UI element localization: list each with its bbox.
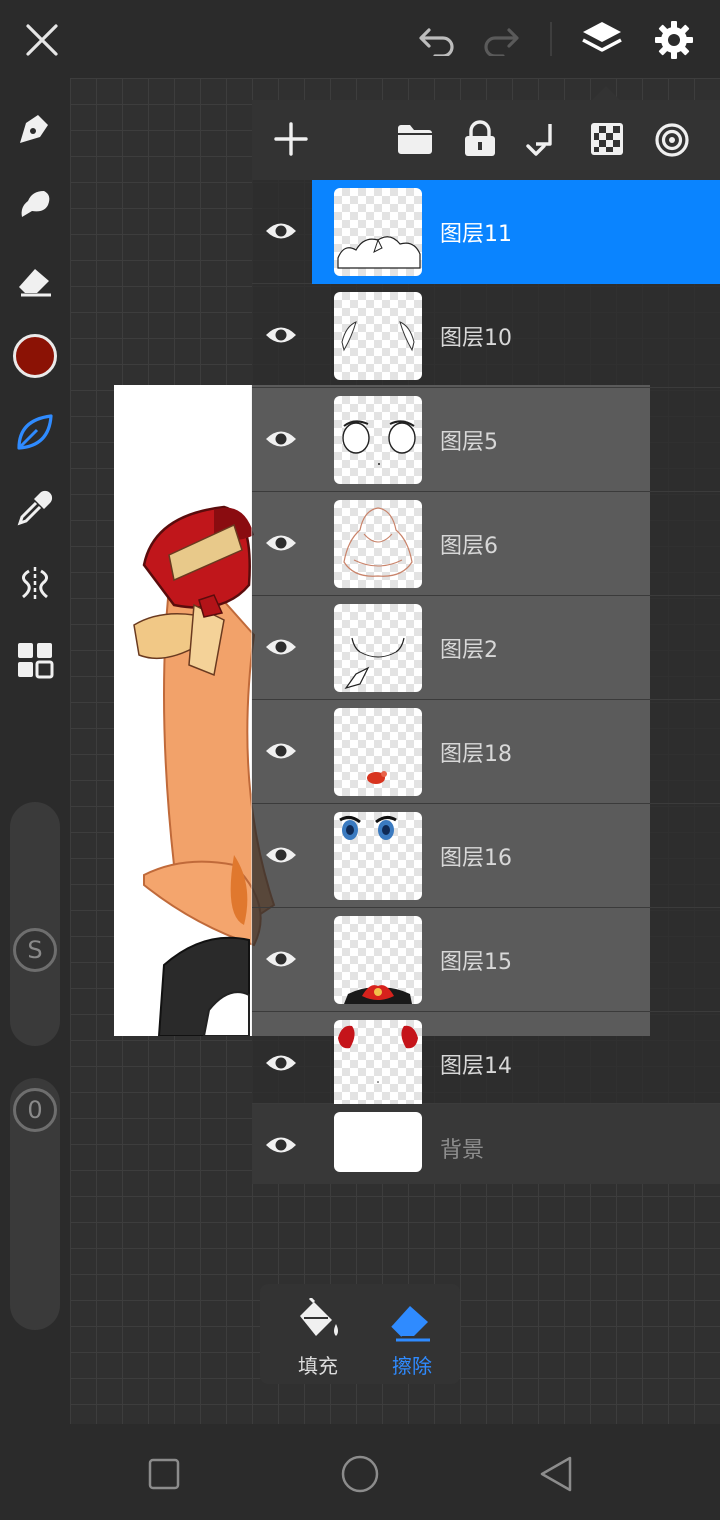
layer-name: 图层2 [440, 638, 498, 663]
layer-row[interactable]: 图层18 [252, 700, 720, 804]
fill-erase-menu: 填充 擦除 [260, 1284, 460, 1384]
eye-icon[interactable] [264, 424, 298, 454]
fill-button[interactable]: 填充 [280, 1298, 356, 1378]
eye-icon[interactable] [264, 1048, 298, 1078]
eye-icon[interactable] [264, 632, 298, 662]
back-icon[interactable] [534, 1452, 578, 1496]
grid-icon[interactable] [11, 636, 59, 684]
layer-row[interactable]: 图层5 [252, 388, 720, 492]
layer-row[interactable]: 图层16 [252, 804, 720, 908]
eye-icon[interactable] [264, 216, 298, 246]
layer-name: 图层18 [440, 742, 512, 767]
opacity-slider-knob[interactable]: 0 [13, 1088, 57, 1132]
layer-thumbnail [334, 1020, 422, 1104]
pen-icon[interactable] [11, 104, 59, 152]
eye-icon[interactable] [264, 944, 298, 974]
merge-down-icon[interactable] [526, 120, 560, 162]
gear-icon[interactable] [650, 16, 698, 64]
layer-name: 图层10 [440, 326, 512, 351]
layer-row[interactable]: 图层2 [252, 596, 720, 700]
left-toolbar: S 0 [0, 78, 70, 1424]
layer-thumbnail [334, 396, 422, 484]
layer-thumbnail [334, 916, 422, 1004]
symmetry-icon[interactable] [11, 560, 59, 608]
fill-label: 填充 [298, 1354, 338, 1378]
toolbar-divider [550, 22, 552, 56]
undo-icon[interactable] [412, 18, 462, 62]
erase-button[interactable]: 擦除 [374, 1298, 450, 1378]
layer-name: 图层6 [440, 534, 498, 559]
target-icon[interactable] [654, 122, 690, 162]
folder-icon[interactable] [396, 122, 434, 160]
eraser-icon[interactable] [11, 256, 59, 304]
checker-icon[interactable] [590, 122, 624, 160]
size-slider[interactable] [10, 802, 60, 1046]
layer-name: 背景 [440, 1138, 485, 1163]
lock-icon[interactable] [462, 120, 498, 162]
eye-icon[interactable] [264, 840, 298, 870]
layer-row[interactable]: 图层15 [252, 908, 720, 1012]
eyedropper-icon[interactable] [11, 484, 59, 532]
layers-panel: 图层11 图层10 图层5 图层6 图层2 图层18 图层16 图层15 图层1… [252, 86, 720, 1184]
layers-icon[interactable] [578, 16, 626, 64]
add-icon[interactable] [274, 122, 308, 160]
eye-icon[interactable] [264, 528, 298, 558]
layer-row[interactable]: 图层6 [252, 492, 720, 596]
erase-label: 擦除 [392, 1354, 432, 1378]
system-nav-bar [0, 1424, 720, 1520]
layer-name: 图层14 [440, 1054, 512, 1079]
eraser-fill-icon [391, 1306, 430, 1342]
layer-thumbnail [334, 292, 422, 380]
home-icon[interactable] [338, 1452, 382, 1496]
layer-name: 图层16 [440, 846, 512, 871]
color-swatch[interactable] [11, 332, 59, 380]
layer-row[interactable]: 图层11 [252, 180, 720, 284]
layer-thumbnail [334, 188, 422, 276]
layer-thumbnail [334, 1112, 422, 1172]
background-layer-row[interactable]: 背景 [252, 1104, 720, 1184]
eye-icon[interactable] [264, 320, 298, 350]
layer-thumbnail [334, 708, 422, 796]
leaf-brush-icon[interactable] [11, 408, 59, 456]
eye-icon[interactable] [264, 1130, 298, 1160]
paint-bucket-icon [300, 1298, 338, 1336]
layer-row[interactable]: 图层14 [252, 1012, 720, 1104]
layer-name: 图层11 [440, 222, 512, 247]
smudge-icon[interactable] [11, 180, 59, 228]
top-toolbar [0, 0, 720, 78]
layer-name: 图层5 [440, 430, 498, 455]
size-slider-knob[interactable]: S [13, 928, 57, 972]
eye-icon[interactable] [264, 736, 298, 766]
layer-thumbnail [334, 812, 422, 900]
layer-thumbnail [334, 500, 422, 588]
layers-header [252, 100, 720, 180]
layer-name: 图层15 [440, 950, 512, 975]
drawing-app: S 0 图层11 图层10 图层5 图层6 图层2 图层18 图层16 图层15… [0, 0, 720, 1520]
redo-icon[interactable] [476, 18, 526, 62]
panel-pointer [592, 86, 620, 100]
layer-thumbnail [334, 604, 422, 692]
layer-row[interactable]: 图层10 [252, 284, 720, 388]
close-icon[interactable] [20, 18, 64, 62]
recents-icon[interactable] [142, 1452, 186, 1496]
